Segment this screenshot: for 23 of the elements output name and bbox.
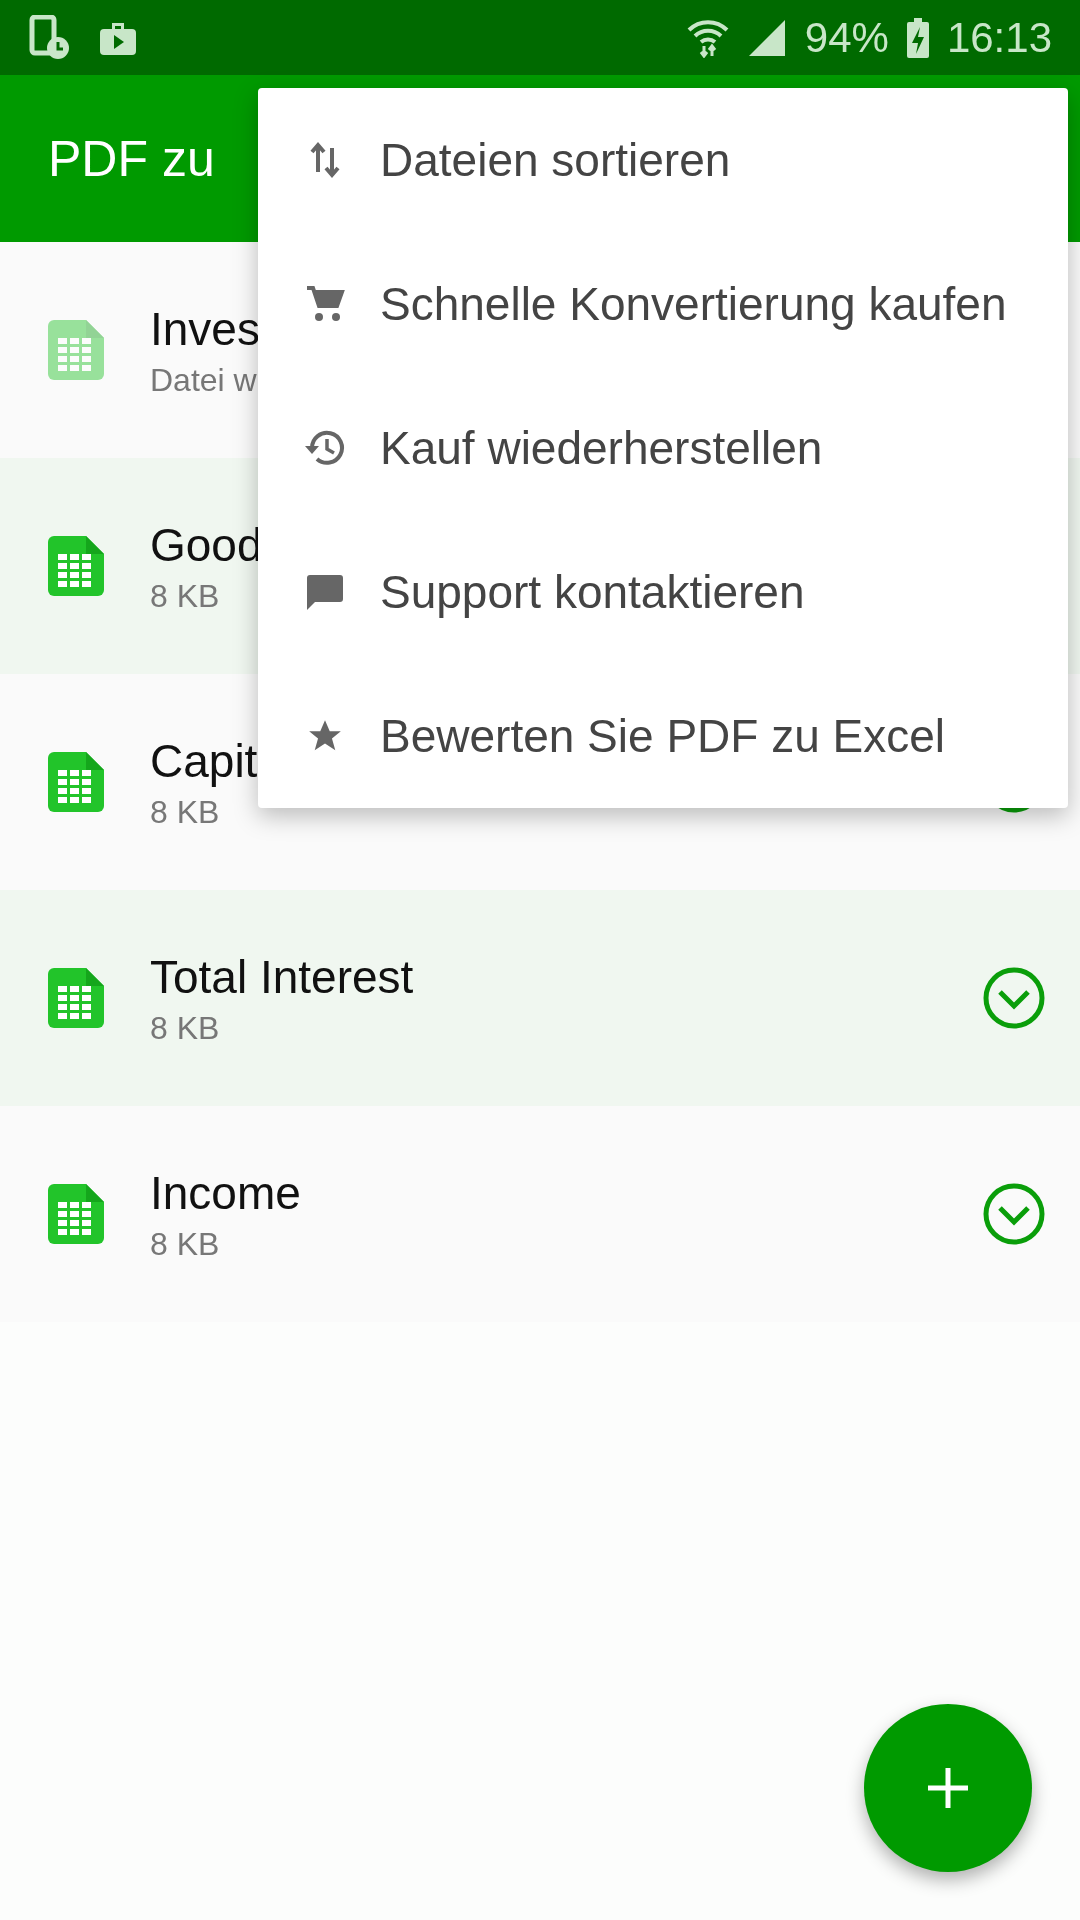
file-name: Inves bbox=[150, 301, 260, 356]
file-info: Datei w bbox=[150, 361, 257, 399]
battery-percent: 94% bbox=[804, 13, 889, 62]
app-title: PDF zu bbox=[48, 129, 215, 188]
menu-item[interactable]: Dateien sortieren bbox=[258, 88, 1068, 232]
plus-icon bbox=[926, 1766, 970, 1810]
battery-charging-icon bbox=[906, 17, 929, 58]
file-info: 8 KB bbox=[150, 793, 220, 831]
file-name: Capit bbox=[150, 733, 258, 788]
file-name: Income bbox=[150, 1165, 301, 1220]
file-info: 8 KB bbox=[150, 577, 220, 615]
file-name: Total Interest bbox=[150, 949, 414, 1004]
file-info: 8 KB bbox=[150, 1009, 220, 1047]
wifi-icon bbox=[686, 17, 729, 58]
menu-item[interactable]: Schnelle Konvertierung kaufen bbox=[258, 232, 1068, 376]
menu-item[interactable]: Bewerten Sie PDF zu Excel bbox=[258, 664, 1068, 808]
expand-circle-icon[interactable] bbox=[982, 966, 1046, 1030]
clock: 16:13 bbox=[946, 13, 1052, 62]
add-button[interactable] bbox=[864, 1704, 1032, 1872]
expand-circle-icon[interactable] bbox=[982, 1182, 1046, 1246]
phone-clock-icon bbox=[28, 14, 72, 61]
menu-item[interactable]: Kauf wiederherstellen bbox=[258, 376, 1068, 520]
file-info: 8 KB bbox=[150, 1225, 220, 1263]
